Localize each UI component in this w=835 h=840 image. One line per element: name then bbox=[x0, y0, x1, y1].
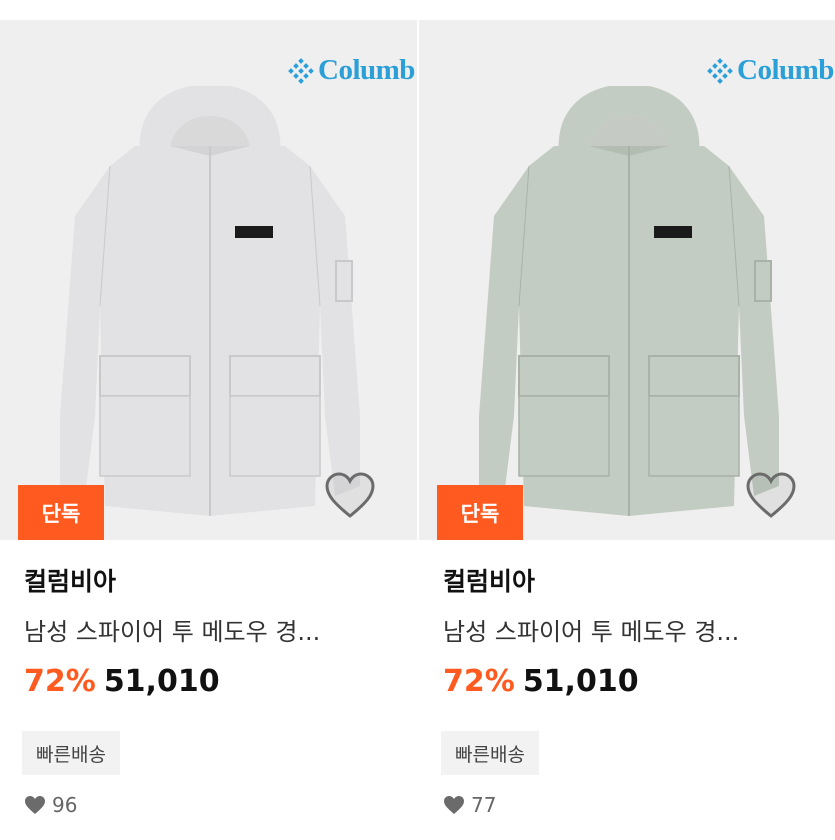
columbia-diamond-icon bbox=[288, 57, 314, 84]
discount-rate: 72% bbox=[24, 664, 96, 699]
price-row: 72% 51,010 bbox=[443, 664, 639, 699]
brand-logo: Columb bbox=[288, 54, 415, 87]
columbia-diamond-icon bbox=[707, 57, 733, 84]
product-image[interactable]: Columb 단독 bbox=[0, 20, 417, 540]
likes-value: 77 bbox=[471, 793, 497, 817]
heart-outline-icon[interactable] bbox=[324, 472, 376, 520]
likes-count: 96 bbox=[24, 793, 77, 817]
sale-price: 51,010 bbox=[103, 664, 220, 699]
heart-outline-icon[interactable] bbox=[745, 472, 797, 520]
heart-filled-icon bbox=[444, 796, 464, 814]
exclusive-badge: 단독 bbox=[437, 485, 523, 540]
product-name[interactable]: 남성 스파이어 투 메도우 경... bbox=[24, 612, 394, 647]
likes-count: 77 bbox=[443, 793, 496, 817]
sale-price: 51,010 bbox=[522, 664, 639, 699]
brand-logo-text: Columb bbox=[318, 54, 415, 86]
brand-logo: Columb bbox=[707, 54, 834, 87]
product-card[interactable]: Columb 단독 컬럼비아 남성 스파이어 투 메도우 경... 72% 51… bbox=[419, 0, 835, 840]
likes-value: 96 bbox=[52, 793, 78, 817]
fast-delivery-tag: 빠른배송 bbox=[441, 731, 539, 775]
product-brand: 컬럼비아 bbox=[24, 567, 117, 596]
product-name[interactable]: 남성 스파이어 투 메도우 경... bbox=[443, 612, 813, 647]
product-brand: 컬럼비아 bbox=[443, 567, 536, 596]
brand-logo-text: Columb bbox=[737, 54, 834, 86]
product-card[interactable]: Columb 단독 컬럼비아 남성 스파이어 투 메도우 경... 72% 51… bbox=[0, 0, 417, 840]
jacket-photo bbox=[479, 86, 779, 516]
exclusive-badge: 단독 bbox=[18, 485, 104, 540]
heart-filled-icon bbox=[25, 796, 45, 814]
fast-delivery-tag: 빠른배송 bbox=[22, 731, 120, 775]
discount-rate: 72% bbox=[443, 664, 515, 699]
product-image[interactable]: Columb 단독 bbox=[419, 20, 835, 540]
price-row: 72% 51,010 bbox=[24, 664, 220, 699]
jacket-photo bbox=[60, 86, 360, 516]
